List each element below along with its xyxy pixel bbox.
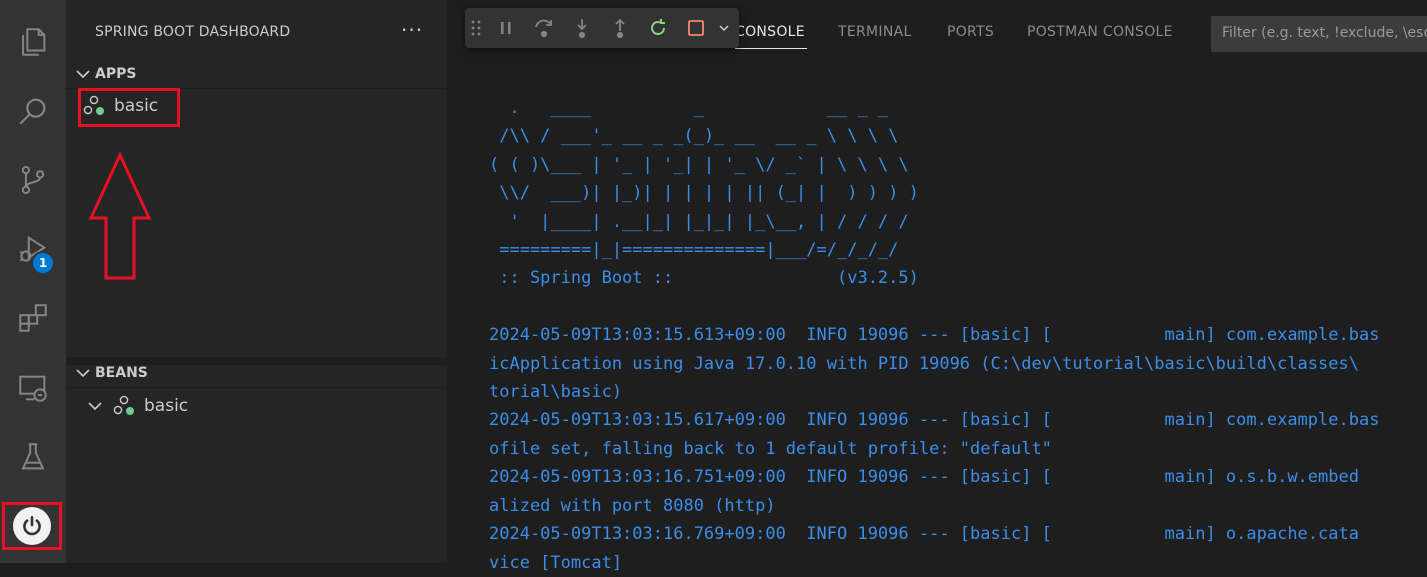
drag-handle-icon[interactable]: [465, 9, 487, 47]
testing-icon[interactable]: [13, 437, 53, 477]
tab-terminal[interactable]: TERMINAL: [838, 24, 912, 40]
tab-debug-console[interactable]: CONSOLE: [735, 24, 805, 40]
remote-explorer-icon[interactable]: [13, 368, 53, 408]
chevron-down-icon: [76, 369, 90, 378]
console-filter-input[interactable]: Filter (e.g. text, !exclude, \escape): [1211, 16, 1427, 52]
beans-section-label: BEANS: [95, 365, 148, 381]
debug-count-badge: 1: [31, 251, 55, 275]
console-line: . ____ _ __ _ _: [489, 98, 889, 118]
beans-section-header[interactable]: BEANS: [74, 365, 148, 381]
more-actions-icon[interactable]: ···: [401, 18, 423, 42]
chevron-down-icon[interactable]: [715, 9, 733, 47]
tab-ports[interactable]: PORTS: [947, 24, 994, 40]
app-running-icon: [113, 395, 134, 415]
pane-separator: [66, 357, 447, 365]
console-line: torial\basic): [489, 382, 623, 403]
spring-boot-dashboard-icon[interactable]: [2, 502, 62, 550]
activity-bar: 1: [0, 0, 66, 563]
console-line: 2024-05-09T13:03:16.769+09:00 INFO 19096…: [489, 524, 1359, 545]
console-line: ( ( )\___ | '_ | '_| | '_ \/ _` | \ \ \ …: [489, 154, 909, 175]
console-line: 2024-05-09T13:03:16.751+09:00 INFO 19096…: [489, 467, 1359, 488]
console-line: ofile set, falling back to 1 default pro…: [489, 438, 1052, 459]
step-into-button[interactable]: [563, 9, 601, 47]
sidebar-title: SPRING BOOT DASHBOARD: [95, 24, 291, 40]
debug-toolbar: [465, 8, 739, 48]
panel: CONSOLE TERMINAL PORTS POSTMAN CONSOLE F…: [447, 0, 1427, 573]
apps-section-label: APPS: [95, 66, 137, 82]
chevron-down-icon: [76, 70, 90, 79]
console-line: 2024-05-09T13:03:15.617+09:00 INFO 19096…: [489, 410, 1380, 431]
console-line: 2024-05-09T13:03:15.613+09:00 INFO 19096…: [489, 325, 1380, 346]
step-out-button[interactable]: [601, 9, 639, 47]
pause-button[interactable]: [487, 9, 525, 47]
console-line: alized with port 8080 (http): [489, 495, 776, 516]
divider: [66, 387, 447, 388]
step-over-button[interactable]: [525, 9, 563, 47]
console-line: icApplication using Java 17.0.10 with PI…: [489, 353, 1359, 374]
sidebar: SPRING BOOT DASHBOARD ··· APPS basic BEA…: [66, 0, 447, 563]
annotation-arrow-up-icon: [88, 152, 152, 280]
console-line: :: Spring Boot :: (v3.2.5): [489, 268, 919, 289]
console-line: /\\ / ___'_ __ _ _(_)_ __ __ _ \ \ \ \: [489, 126, 899, 147]
console-line: ' |____| .__|_| |_|_| |_\__, | / / / /: [489, 211, 909, 232]
active-tab-indicator: [735, 48, 807, 49]
explorer-icon[interactable]: [13, 22, 53, 62]
console-line: =========|_|==============|___/=/_/_/_/: [489, 240, 899, 261]
stop-button[interactable]: [677, 9, 715, 47]
annotation-highlight-box: [78, 88, 180, 127]
restart-button[interactable]: [639, 9, 677, 47]
bean-item-label: basic: [144, 396, 189, 416]
chevron-down-icon: [88, 402, 102, 411]
source-control-icon[interactable]: [13, 160, 53, 200]
bean-item-basic[interactable]: basic: [86, 394, 188, 418]
debug-console-output: . ____ _ __ _ _ /\\ / ___'_ __ _ _(_)_ _…: [489, 94, 1427, 577]
extensions-icon[interactable]: [13, 298, 53, 338]
tab-postman-console[interactable]: POSTMAN CONSOLE: [1027, 24, 1173, 40]
search-icon[interactable]: [13, 91, 53, 131]
console-line: \\/ ___)| |_)| | | | | || (_| | ) ) ) ): [489, 183, 919, 204]
apps-section-header[interactable]: APPS: [74, 66, 136, 82]
